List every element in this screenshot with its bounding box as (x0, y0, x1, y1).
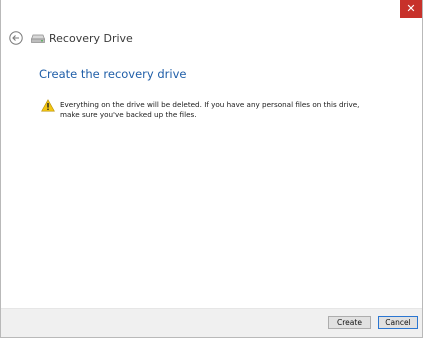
close-icon: ✕ (406, 2, 416, 15)
page-heading: Create the recovery drive (39, 67, 187, 81)
close-button[interactable]: ✕ (400, 0, 422, 18)
recovery-drive-window: ✕ Recovery Drive Create the recovery dri… (0, 0, 423, 338)
title-bar: ✕ (1, 0, 422, 24)
warning-message: Everything on the drive will be deleted.… (60, 100, 360, 119)
button-bar: Create Cancel (1, 308, 422, 337)
back-arrow-icon[interactable] (9, 31, 23, 45)
drive-icon (31, 34, 45, 43)
window-title: Recovery Drive (49, 32, 133, 45)
warning-icon (41, 99, 55, 112)
cancel-button[interactable]: Cancel (378, 316, 418, 329)
create-button[interactable]: Create (328, 316, 371, 329)
